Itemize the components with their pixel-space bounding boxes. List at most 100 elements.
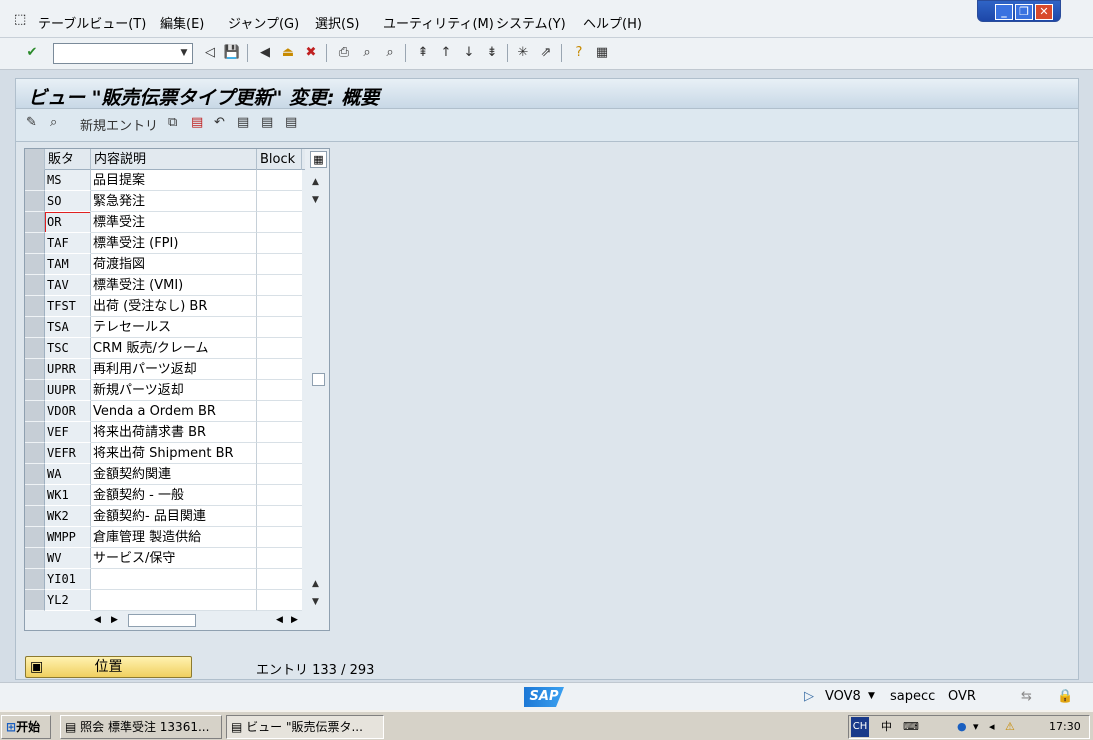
sales-doc-type-cell[interactable]: UUPR (45, 380, 91, 401)
block-cell[interactable] (257, 506, 302, 527)
table-row[interactable]: SO 緊急発注 (25, 191, 303, 212)
sales-doc-type-cell[interactable]: TAF (45, 233, 91, 254)
block-cell[interactable] (257, 359, 302, 380)
description-cell[interactable]: 緊急発注 (91, 191, 257, 212)
menu-help[interactable]: ヘルプ(H) (583, 13, 642, 32)
block-cell[interactable] (257, 233, 302, 254)
row-selector[interactable] (25, 590, 45, 611)
find-next-icon[interactable]: ⌕ (381, 44, 399, 62)
description-cell[interactable]: 倉庫管理 製造供給 (91, 527, 257, 548)
description-cell[interactable]: Venda a Ordem BR (91, 401, 257, 422)
block-cell[interactable] (257, 191, 302, 212)
save-icon[interactable]: 💾 (223, 44, 241, 62)
scroll-left-icon[interactable]: ◀ (94, 615, 101, 625)
new-entries-button[interactable]: 新規エントリ (80, 115, 158, 134)
table-row[interactable]: TAM 荷渡指図 (25, 254, 303, 275)
block-cell[interactable] (257, 380, 302, 401)
block-cell[interactable] (257, 170, 302, 191)
table-row[interactable]: UPRR 再利用パーツ返却 (25, 359, 303, 380)
block-cell[interactable] (257, 317, 302, 338)
sales-doc-type-cell[interactable]: VDOR (45, 401, 91, 422)
block-cell[interactable] (257, 275, 302, 296)
row-selector[interactable] (25, 338, 45, 359)
description-cell[interactable] (91, 590, 257, 611)
row-selector[interactable] (25, 569, 45, 590)
block-cell[interactable] (257, 254, 302, 275)
select-all-icon[interactable]: ▤ (237, 115, 249, 130)
block-cell[interactable] (257, 443, 302, 464)
sales-doc-type-cell[interactable]: WV (45, 548, 91, 569)
block-cell[interactable] (257, 401, 302, 422)
horizontal-scroll-thumb[interactable] (128, 614, 196, 627)
sales-doc-type-cell[interactable]: YI01 (45, 569, 91, 590)
table-row[interactable]: TSA テレセールス (25, 317, 303, 338)
description-cell[interactable]: 品目提案 (91, 170, 257, 191)
sales-doc-type-cell[interactable]: WMPP (45, 527, 91, 548)
menu-select[interactable]: 選択(S) (315, 13, 359, 32)
table-row[interactable]: VEF 将来出荷請求書 BR (25, 422, 303, 443)
scroll-up-icon[interactable]: ▲ (312, 177, 319, 187)
table-row[interactable]: WA 金額契約関連 (25, 464, 303, 485)
sales-doc-type-cell[interactable]: VEFR (45, 443, 91, 464)
description-cell[interactable]: 金額契約 - 一般 (91, 485, 257, 506)
menu-table-view[interactable]: テーブルビュー(T) (38, 13, 146, 32)
sales-doc-type-cell[interactable]: TSC (45, 338, 91, 359)
sales-doc-type-cell[interactable]: TAV (45, 275, 91, 296)
network-icon[interactable]: ▾ (973, 716, 979, 738)
ime-mode[interactable]: 中 (881, 716, 892, 738)
sales-doc-type-cell[interactable]: WA (45, 464, 91, 485)
row-selector[interactable] (25, 401, 45, 422)
ime-toolbar-icon[interactable]: ⌨ (903, 716, 919, 738)
table-row[interactable]: WMPP 倉庫管理 製造供給 (25, 527, 303, 548)
warning-icon[interactable]: ⚠ (1005, 716, 1015, 738)
sales-doc-type-cell[interactable]: WK1 (45, 485, 91, 506)
block-scroll-left-icon[interactable]: ◀ (276, 615, 283, 625)
scroll-down-icon[interactable]: ▼ (312, 195, 319, 205)
sales-doc-type-cell[interactable]: VEF (45, 422, 91, 443)
print-icon[interactable]: ⎙ (335, 44, 353, 62)
block-cell[interactable] (257, 527, 302, 548)
display-change-icon[interactable]: ✎ (26, 115, 37, 130)
select-all-header[interactable] (25, 149, 45, 170)
sales-doc-type-cell[interactable]: TSA (45, 317, 91, 338)
menu-goto[interactable]: ジャンプ(G) (228, 13, 299, 32)
row-selector[interactable] (25, 359, 45, 380)
volume-icon[interactable]: ◂ (989, 716, 995, 738)
block-cell[interactable] (257, 422, 302, 443)
table-row[interactable]: YL2 (25, 590, 303, 611)
table-row[interactable]: TAF 標準受注 (FPI) (25, 233, 303, 254)
table-row[interactable]: WK1 金額契約 - 一般 (25, 485, 303, 506)
description-cell[interactable]: 金額契約- 品目関連 (91, 506, 257, 527)
row-selector[interactable] (25, 548, 45, 569)
column-header-block[interactable]: Block (257, 149, 302, 170)
help-icon[interactable]: ● (957, 716, 967, 738)
row-selector[interactable] (25, 464, 45, 485)
back-icon[interactable]: ◀ (256, 44, 274, 62)
description-cell[interactable]: 出荷 (受注なし) BR (91, 296, 257, 317)
table-row[interactable]: VEFR 将来出荷 Shipment BR (25, 443, 303, 464)
field-change-icon[interactable]: ⌕ (50, 115, 57, 130)
next-page-icon[interactable]: ↓ (460, 44, 478, 62)
table-row[interactable]: TFST 出荷 (受注なし) BR (25, 296, 303, 317)
block-scroll-right-icon[interactable]: ▶ (291, 615, 298, 625)
delete-icon[interactable]: ▤ (191, 115, 203, 130)
block-cell[interactable] (257, 569, 302, 590)
menu-utilities[interactable]: ユーティリティ(M) (383, 13, 494, 32)
description-cell[interactable]: 将来出荷 Shipment BR (91, 443, 257, 464)
table-row[interactable]: WK2 金額契約- 品目関連 (25, 506, 303, 527)
sales-doc-type-cell[interactable]: TAM (45, 254, 91, 275)
row-selector[interactable] (25, 233, 45, 254)
deselect-all-icon[interactable]: ▤ (285, 115, 297, 130)
block-cell[interactable] (257, 548, 302, 569)
table-row[interactable]: OR 標準受注 (25, 212, 303, 233)
close-button[interactable]: ✕ (1035, 4, 1053, 20)
row-selector[interactable] (25, 170, 45, 191)
row-selector[interactable] (25, 212, 45, 233)
row-selector[interactable] (25, 317, 45, 338)
row-selector[interactable] (25, 485, 45, 506)
block-cell[interactable] (257, 590, 302, 611)
vertical-scrollbar[interactable]: ▦ ▲ ▼ ▲ ▼ (309, 149, 329, 630)
block-cell[interactable] (257, 464, 302, 485)
block-cell[interactable] (257, 485, 302, 506)
status-expand-icon[interactable]: ▷ (804, 689, 814, 704)
